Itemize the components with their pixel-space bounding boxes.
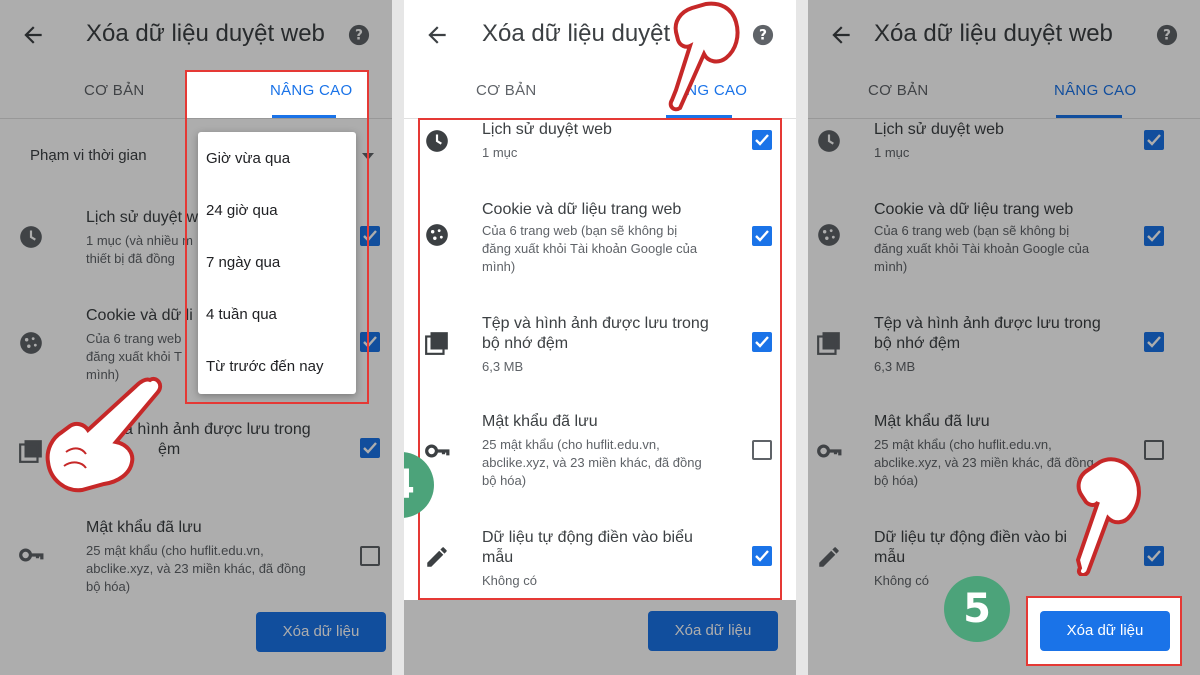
panel-confirm: Xóa dữ liệu duyệt web ? CƠ BẢN NÂNG CAO … xyxy=(808,0,1200,675)
pointing-hand-icon xyxy=(1075,457,1141,576)
back-arrow-icon[interactable] xyxy=(424,22,450,48)
panel-separator xyxy=(392,0,404,675)
highlight-box xyxy=(185,70,369,404)
pointing-hand-icon xyxy=(668,1,740,112)
pointing-hand-icon xyxy=(45,377,163,493)
page-title: Xóa dữ liệu duyệt xyxy=(482,20,671,47)
help-icon[interactable]: ? xyxy=(752,24,774,46)
panel-time-range: Xóa dữ liệu duyệt web ? CƠ BẢN NÂNG CAO … xyxy=(0,0,392,675)
panel-items-selection: Xóa dữ liệu duyệt ? CƠ BẢN ÂNG CAO Lịch … xyxy=(404,0,796,675)
highlight-box xyxy=(1026,596,1182,666)
dim-overlay xyxy=(404,600,796,675)
svg-text:?: ? xyxy=(759,28,767,44)
highlight-box xyxy=(418,118,782,600)
step-5-badge: 5 xyxy=(944,576,1010,642)
tab-basic[interactable]: CƠ BẢN xyxy=(476,82,537,99)
panel-separator xyxy=(796,0,808,675)
